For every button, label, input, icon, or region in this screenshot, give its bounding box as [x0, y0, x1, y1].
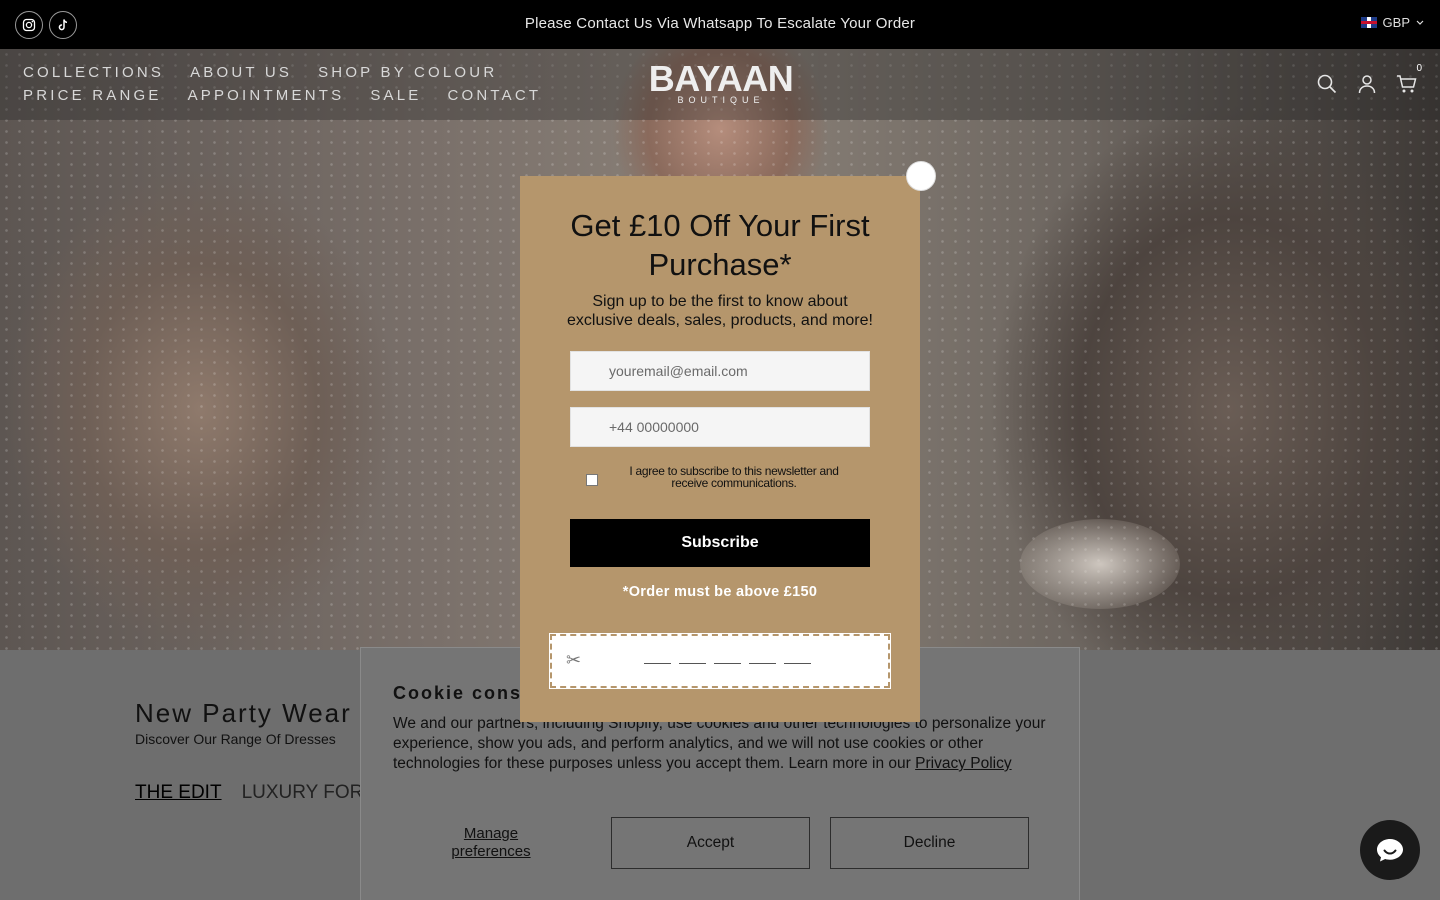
- main-navigation: COLLECTIONS ABOUT US SHOP BY COLOUR PRIC…: [0, 49, 1440, 120]
- consent-checkbox[interactable]: [586, 474, 598, 486]
- nav-row-2: PRICE RANGE APPOINTMENTS SALE CONTACT: [23, 87, 543, 104]
- nav-links: COLLECTIONS ABOUT US SHOP BY COLOUR PRIC…: [23, 64, 543, 110]
- account-icon[interactable]: [1356, 73, 1378, 95]
- nav-about-us[interactable]: ABOUT US: [190, 64, 292, 81]
- scissors-icon: ✂: [566, 650, 582, 670]
- announcement-message: Please Contact Us Via Whatsapp To Escala…: [524, 15, 916, 32]
- chat-icon: [1377, 839, 1403, 862]
- decline-button[interactable]: Decline: [830, 817, 1029, 869]
- nav-sale[interactable]: SALE: [370, 87, 421, 104]
- section-title: New Party Wear: [135, 698, 352, 728]
- logo-name: BAYAAN: [648, 58, 794, 99]
- coupon-dash: [644, 654, 671, 664]
- search-icon[interactable]: [1316, 73, 1338, 95]
- nav-appointments[interactable]: APPOINTMENTS: [188, 87, 345, 104]
- nav-row-1: COLLECTIONS ABOUT US SHOP BY COLOUR: [23, 64, 543, 81]
- order-minimum-note: *Order must be above £150: [622, 584, 818, 600]
- email-field[interactable]: youremail@email.com: [570, 351, 870, 391]
- privacy-policy-link[interactable]: Privacy Policy: [915, 755, 1011, 772]
- subscribe-button[interactable]: Subscribe: [570, 519, 870, 567]
- header-icons: 0: [1316, 63, 1422, 95]
- site-logo[interactable]: BAYAAN BOUTIQUE: [636, 58, 806, 106]
- nav-collections[interactable]: COLLECTIONS: [23, 64, 164, 81]
- newsletter-popup: Get £10 Off Your First Purchase* Sign up…: [520, 161, 936, 722]
- nav-shop-by-colour[interactable]: SHOP BY COLOUR: [318, 64, 497, 81]
- section-subtitle: Discover Our Range Of Dresses: [135, 731, 336, 747]
- consent-label: I agree to subscribe to this newsletter …: [629, 464, 839, 490]
- coupon-dash: [714, 654, 741, 664]
- popup-description: Sign up to be the first to know about ex…: [567, 293, 873, 329]
- tab-the-edit[interactable]: THE EDIT: [135, 782, 222, 804]
- coupon-code-box: ✂: [549, 633, 891, 689]
- hero-image-feather: [1020, 519, 1180, 609]
- coupon-dash: [679, 654, 706, 664]
- nav-price-range[interactable]: PRICE RANGE: [23, 87, 162, 104]
- chat-button[interactable]: [1360, 820, 1420, 880]
- announcement-bar: Please Contact Us Via Whatsapp To Escala…: [0, 0, 1440, 49]
- currency-selector[interactable]: GBP: [1360, 15, 1424, 30]
- cookie-text: We and our partners, including Shopify, …: [393, 714, 1053, 774]
- cookie-title: Cookie cons: [393, 683, 523, 703]
- collection-tabs: THE EDIT LUXURY FORM: [135, 782, 379, 804]
- cart-icon[interactable]: 0: [1396, 63, 1422, 95]
- coupon-dash: [749, 654, 776, 664]
- coupon-dash: [784, 654, 811, 664]
- phone-field[interactable]: +44 00000000: [570, 407, 870, 447]
- popup-title: Get £10 Off Your First Purchase*: [570, 208, 870, 282]
- uk-flag-icon: [1360, 17, 1377, 28]
- nav-contact[interactable]: CONTACT: [447, 87, 541, 104]
- manage-preferences-link[interactable]: Manage preferences: [431, 825, 551, 861]
- close-button[interactable]: [906, 161, 936, 191]
- chevron-down-icon: [1416, 20, 1424, 25]
- consent-row: I agree to subscribe to this newsletter …: [586, 465, 856, 489]
- tab-luxury-formal[interactable]: LUXURY FORM: [242, 782, 380, 804]
- accept-button[interactable]: Accept: [611, 817, 810, 869]
- coupon-placeholder: [644, 654, 811, 664]
- cart-count: 0: [1416, 63, 1422, 74]
- currency-label: GBP: [1382, 15, 1410, 30]
